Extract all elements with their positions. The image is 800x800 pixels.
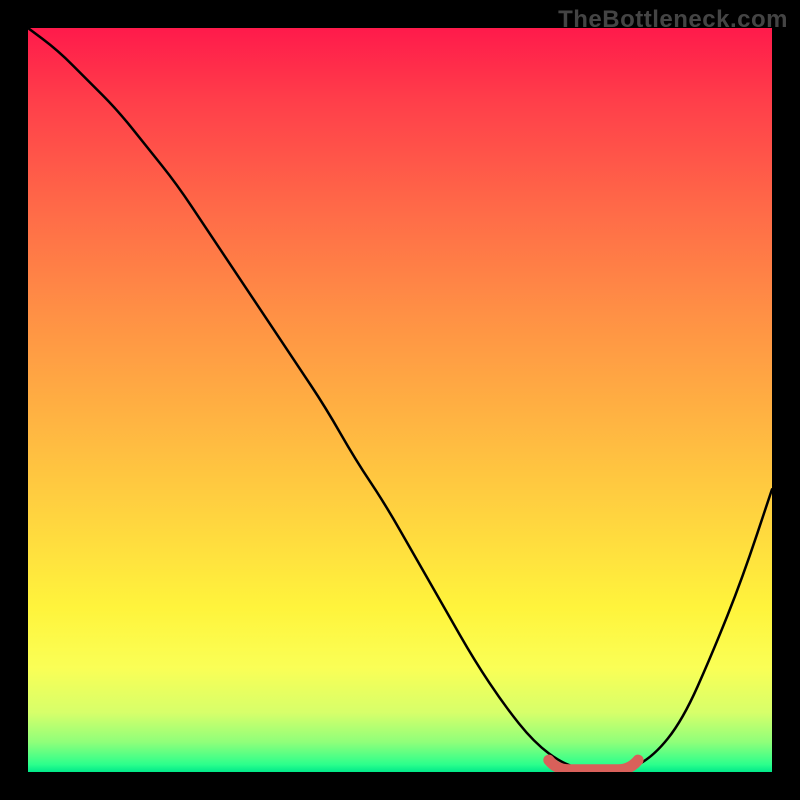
- plot-area: [28, 28, 772, 772]
- watermark-text: TheBottleneck.com: [558, 6, 788, 34]
- chart-frame: TheBottleneck.com: [0, 0, 800, 800]
- curve-layer: [28, 28, 772, 772]
- bottleneck-curve-path: [28, 28, 772, 772]
